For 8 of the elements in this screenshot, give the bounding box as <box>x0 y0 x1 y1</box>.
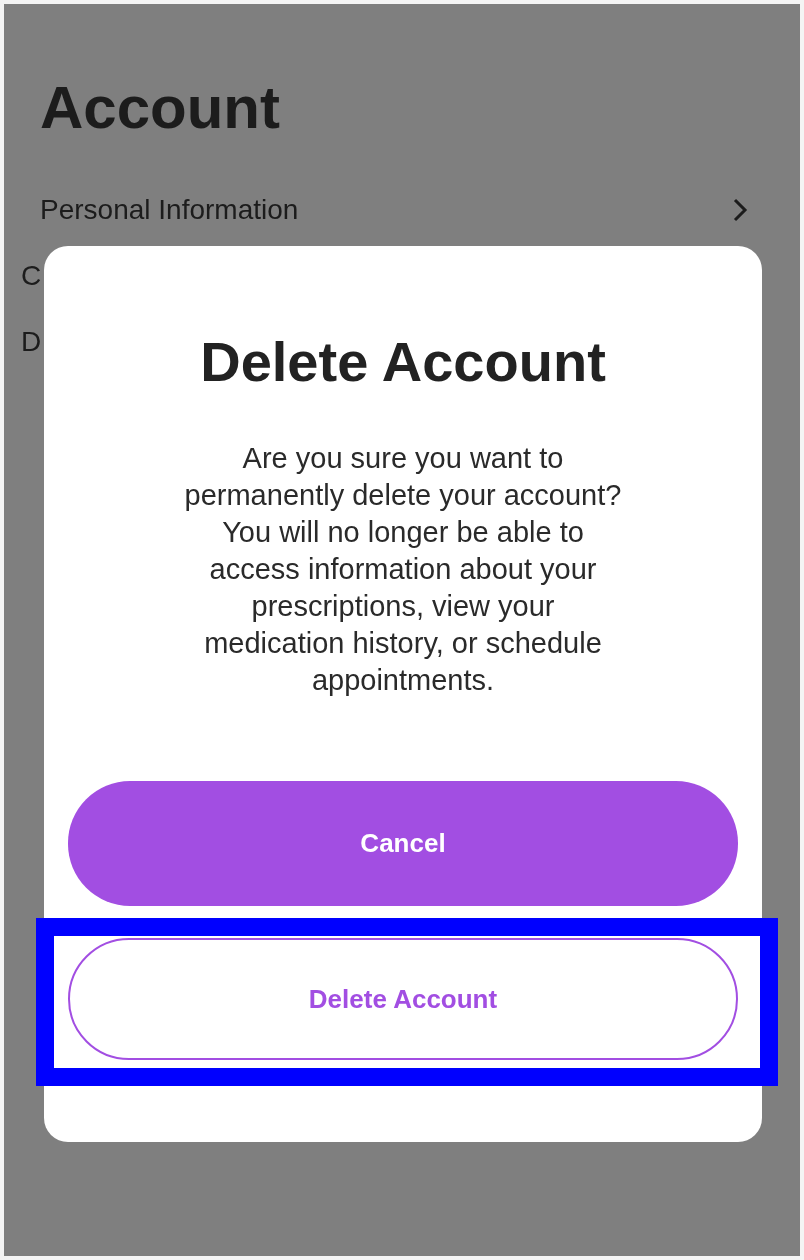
delete-button[interactable]: Delete Account <box>68 938 738 1060</box>
dialog-message: Are you sure you want to permanently delete your account? You will no longer be able to access information about your prescriptions, view your medication history, or schedule appointments. <box>183 441 623 698</box>
dialog-title: Delete Account <box>200 334 606 390</box>
menu-item[interactable]: D <box>21 326 42 358</box>
page-title: Account <box>40 78 281 138</box>
menu-item[interactable]: C <box>21 260 42 292</box>
menu-item[interactable]: Personal Information <box>40 194 299 226</box>
cancel-button[interactable]: Cancel <box>68 781 738 906</box>
